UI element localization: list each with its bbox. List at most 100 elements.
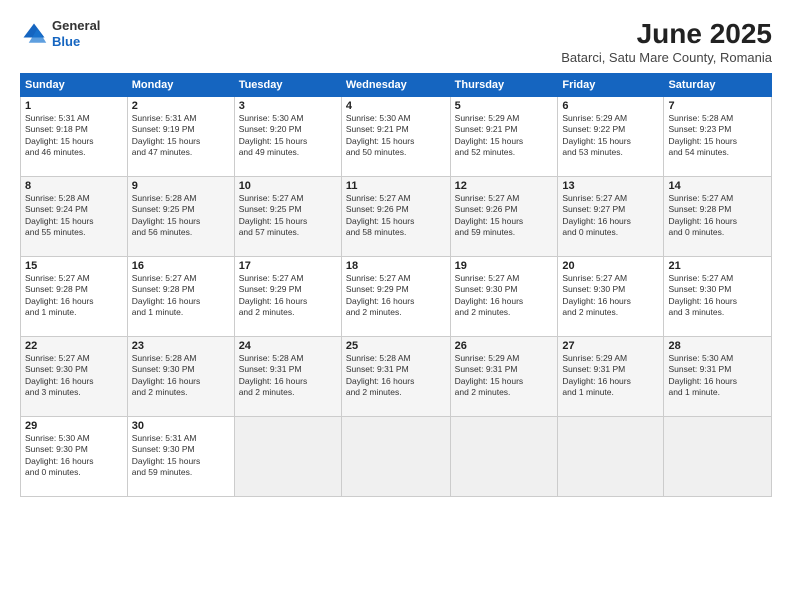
- day-number: 16: [132, 260, 230, 272]
- calendar-week-row-4: 22Sunrise: 5:27 AM Sunset: 9:30 PM Dayli…: [21, 337, 772, 417]
- day-number: 21: [668, 260, 767, 272]
- logo-icon: [20, 20, 48, 48]
- calendar-week-row-5: 29Sunrise: 5:30 AM Sunset: 9:30 PM Dayli…: [21, 417, 772, 497]
- day-info: Sunrise: 5:27 AM Sunset: 9:28 PM Dayligh…: [668, 193, 767, 239]
- table-row: 3Sunrise: 5:30 AM Sunset: 9:20 PM Daylig…: [234, 97, 341, 177]
- day-number: 24: [239, 340, 337, 352]
- day-info: Sunrise: 5:28 AM Sunset: 9:25 PM Dayligh…: [132, 193, 230, 239]
- col-tuesday: Tuesday: [234, 74, 341, 97]
- table-row: 20Sunrise: 5:27 AM Sunset: 9:30 PM Dayli…: [558, 257, 664, 337]
- day-number: 19: [455, 260, 554, 272]
- table-row: [664, 417, 772, 497]
- day-info: Sunrise: 5:30 AM Sunset: 9:21 PM Dayligh…: [346, 113, 446, 159]
- table-row: 17Sunrise: 5:27 AM Sunset: 9:29 PM Dayli…: [234, 257, 341, 337]
- day-info: Sunrise: 5:27 AM Sunset: 9:29 PM Dayligh…: [239, 273, 337, 319]
- day-number: 3: [239, 100, 337, 112]
- day-number: 27: [562, 340, 659, 352]
- table-row: 30Sunrise: 5:31 AM Sunset: 9:30 PM Dayli…: [127, 417, 234, 497]
- day-number: 5: [455, 100, 554, 112]
- table-row: 7Sunrise: 5:28 AM Sunset: 9:23 PM Daylig…: [664, 97, 772, 177]
- table-row: 6Sunrise: 5:29 AM Sunset: 9:22 PM Daylig…: [558, 97, 664, 177]
- day-info: Sunrise: 5:27 AM Sunset: 9:26 PM Dayligh…: [346, 193, 446, 239]
- table-row: 28Sunrise: 5:30 AM Sunset: 9:31 PM Dayli…: [664, 337, 772, 417]
- day-number: 7: [668, 100, 767, 112]
- day-number: 8: [25, 180, 123, 192]
- table-row: 8Sunrise: 5:28 AM Sunset: 9:24 PM Daylig…: [21, 177, 128, 257]
- col-saturday: Saturday: [664, 74, 772, 97]
- day-number: 29: [25, 420, 123, 432]
- day-number: 11: [346, 180, 446, 192]
- day-number: 22: [25, 340, 123, 352]
- logo: General Blue: [20, 18, 100, 49]
- day-number: 13: [562, 180, 659, 192]
- day-info: Sunrise: 5:27 AM Sunset: 9:30 PM Dayligh…: [455, 273, 554, 319]
- day-info: Sunrise: 5:28 AM Sunset: 9:24 PM Dayligh…: [25, 193, 123, 239]
- logo-text: General Blue: [52, 18, 100, 49]
- table-row: 23Sunrise: 5:28 AM Sunset: 9:30 PM Dayli…: [127, 337, 234, 417]
- table-row: 24Sunrise: 5:28 AM Sunset: 9:31 PM Dayli…: [234, 337, 341, 417]
- calendar-week-row-3: 15Sunrise: 5:27 AM Sunset: 9:28 PM Dayli…: [21, 257, 772, 337]
- day-number: 2: [132, 100, 230, 112]
- table-row: [450, 417, 558, 497]
- col-wednesday: Wednesday: [341, 74, 450, 97]
- col-monday: Monday: [127, 74, 234, 97]
- day-number: 14: [668, 180, 767, 192]
- table-row: 18Sunrise: 5:27 AM Sunset: 9:29 PM Dayli…: [341, 257, 450, 337]
- day-info: Sunrise: 5:27 AM Sunset: 9:26 PM Dayligh…: [455, 193, 554, 239]
- day-info: Sunrise: 5:27 AM Sunset: 9:28 PM Dayligh…: [132, 273, 230, 319]
- table-row: 16Sunrise: 5:27 AM Sunset: 9:28 PM Dayli…: [127, 257, 234, 337]
- header: General Blue June 2025 Batarci, Satu Mar…: [20, 18, 772, 65]
- day-number: 10: [239, 180, 337, 192]
- table-row: 5Sunrise: 5:29 AM Sunset: 9:21 PM Daylig…: [450, 97, 558, 177]
- day-info: Sunrise: 5:27 AM Sunset: 9:30 PM Dayligh…: [25, 353, 123, 399]
- day-number: 9: [132, 180, 230, 192]
- day-info: Sunrise: 5:28 AM Sunset: 9:23 PM Dayligh…: [668, 113, 767, 159]
- table-row: 9Sunrise: 5:28 AM Sunset: 9:25 PM Daylig…: [127, 177, 234, 257]
- day-info: Sunrise: 5:27 AM Sunset: 9:30 PM Dayligh…: [562, 273, 659, 319]
- day-number: 26: [455, 340, 554, 352]
- day-number: 18: [346, 260, 446, 272]
- day-info: Sunrise: 5:27 AM Sunset: 9:28 PM Dayligh…: [25, 273, 123, 319]
- day-info: Sunrise: 5:29 AM Sunset: 9:31 PM Dayligh…: [455, 353, 554, 399]
- day-number: 15: [25, 260, 123, 272]
- table-row: 22Sunrise: 5:27 AM Sunset: 9:30 PM Dayli…: [21, 337, 128, 417]
- day-info: Sunrise: 5:28 AM Sunset: 9:31 PM Dayligh…: [346, 353, 446, 399]
- calendar-week-row-1: 1Sunrise: 5:31 AM Sunset: 9:18 PM Daylig…: [21, 97, 772, 177]
- logo-blue: Blue: [52, 34, 80, 49]
- day-info: Sunrise: 5:28 AM Sunset: 9:30 PM Dayligh…: [132, 353, 230, 399]
- day-number: 28: [668, 340, 767, 352]
- col-friday: Friday: [558, 74, 664, 97]
- calendar-table: Sunday Monday Tuesday Wednesday Thursday…: [20, 73, 772, 497]
- col-sunday: Sunday: [21, 74, 128, 97]
- day-info: Sunrise: 5:27 AM Sunset: 9:29 PM Dayligh…: [346, 273, 446, 319]
- table-row: 25Sunrise: 5:28 AM Sunset: 9:31 PM Dayli…: [341, 337, 450, 417]
- day-info: Sunrise: 5:27 AM Sunset: 9:25 PM Dayligh…: [239, 193, 337, 239]
- month-title: June 2025: [561, 18, 772, 50]
- table-row: [234, 417, 341, 497]
- table-row: 14Sunrise: 5:27 AM Sunset: 9:28 PM Dayli…: [664, 177, 772, 257]
- table-row: 10Sunrise: 5:27 AM Sunset: 9:25 PM Dayli…: [234, 177, 341, 257]
- day-number: 25: [346, 340, 446, 352]
- table-row: 12Sunrise: 5:27 AM Sunset: 9:26 PM Dayli…: [450, 177, 558, 257]
- day-info: Sunrise: 5:30 AM Sunset: 9:30 PM Dayligh…: [25, 433, 123, 479]
- table-row: 29Sunrise: 5:30 AM Sunset: 9:30 PM Dayli…: [21, 417, 128, 497]
- table-row: 2Sunrise: 5:31 AM Sunset: 9:19 PM Daylig…: [127, 97, 234, 177]
- logo-general: General: [52, 18, 100, 33]
- table-row: 27Sunrise: 5:29 AM Sunset: 9:31 PM Dayli…: [558, 337, 664, 417]
- table-row: 1Sunrise: 5:31 AM Sunset: 9:18 PM Daylig…: [21, 97, 128, 177]
- day-number: 4: [346, 100, 446, 112]
- day-info: Sunrise: 5:29 AM Sunset: 9:31 PM Dayligh…: [562, 353, 659, 399]
- day-info: Sunrise: 5:28 AM Sunset: 9:31 PM Dayligh…: [239, 353, 337, 399]
- day-number: 6: [562, 100, 659, 112]
- table-row: 19Sunrise: 5:27 AM Sunset: 9:30 PM Dayli…: [450, 257, 558, 337]
- day-number: 17: [239, 260, 337, 272]
- day-number: 20: [562, 260, 659, 272]
- day-info: Sunrise: 5:30 AM Sunset: 9:31 PM Dayligh…: [668, 353, 767, 399]
- day-info: Sunrise: 5:27 AM Sunset: 9:30 PM Dayligh…: [668, 273, 767, 319]
- table-row: 11Sunrise: 5:27 AM Sunset: 9:26 PM Dayli…: [341, 177, 450, 257]
- title-block: June 2025 Batarci, Satu Mare County, Rom…: [561, 18, 772, 65]
- day-info: Sunrise: 5:27 AM Sunset: 9:27 PM Dayligh…: [562, 193, 659, 239]
- page: General Blue June 2025 Batarci, Satu Mar…: [0, 0, 792, 612]
- day-info: Sunrise: 5:29 AM Sunset: 9:21 PM Dayligh…: [455, 113, 554, 159]
- day-number: 23: [132, 340, 230, 352]
